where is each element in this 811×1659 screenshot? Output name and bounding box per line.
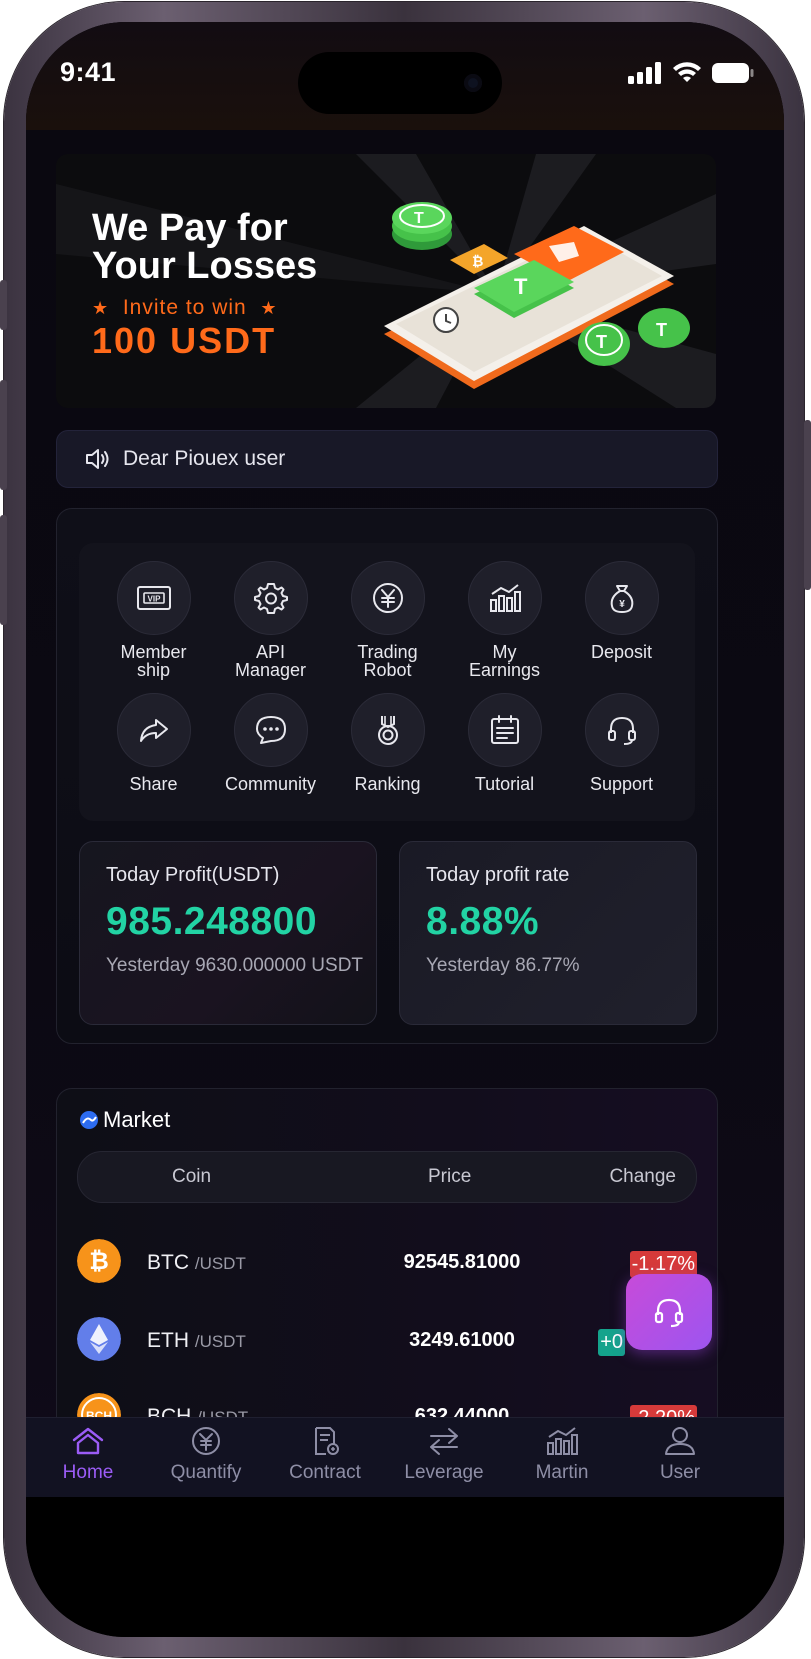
share-button[interactable]: Share — [95, 693, 212, 793]
svg-text:¥: ¥ — [619, 599, 625, 610]
bitcoin-icon: ₿ — [77, 1239, 121, 1283]
nav-martin[interactable]: Martin — [502, 1426, 622, 1484]
signal-icon — [628, 62, 661, 84]
market-table-header: Coin Price Change — [77, 1151, 697, 1203]
yen-coin-icon — [372, 583, 403, 613]
nav-home[interactable]: Home — [28, 1426, 148, 1484]
nav-user[interactable]: User — [620, 1426, 740, 1484]
document-icon — [490, 715, 519, 744]
today-rate-value: 8.88% — [426, 900, 540, 943]
svg-text:₿: ₿ — [89, 1248, 109, 1275]
gear-icon — [253, 583, 288, 614]
tutorial-button[interactable]: Tutorial — [446, 693, 563, 793]
eth-price: 3249.61000 — [409, 1329, 515, 1351]
volume-up-button — [0, 380, 7, 490]
battery-icon — [712, 63, 754, 83]
phone-illustration: T ₿ T T T — [384, 202, 690, 389]
eth-change: +0 — [598, 1329, 625, 1356]
svg-text:₿: ₿ — [472, 253, 483, 269]
deposit-button[interactable]: ¥ Deposit — [563, 561, 680, 661]
banner-amount: 100 USDT — [92, 320, 277, 361]
nav-quantify[interactable]: Quantify — [146, 1426, 266, 1484]
today-profit-label: Today Profit(USDT) — [106, 864, 280, 886]
header-change: Change — [609, 1166, 676, 1187]
dynamic-island — [298, 52, 502, 114]
yesterday-profit: Yesterday 9630.000000 USDT — [106, 955, 364, 976]
market-row-eth[interactable]: ETH /USDT 3249.61000 +0 — [77, 1309, 697, 1369]
trading-robot-button[interactable]: Trading Robot — [329, 561, 446, 679]
header-price: Price — [428, 1166, 472, 1187]
support-button[interactable]: Support — [563, 693, 680, 793]
today-rate-label: Today profit rate — [426, 864, 570, 886]
market-title: Market — [79, 1107, 170, 1133]
power-button — [804, 420, 811, 590]
status-bar: 9:41 — [26, 22, 784, 130]
svg-text:VIP: VIP — [147, 595, 161, 604]
svg-text:T: T — [656, 320, 667, 340]
swap-arrows-icon — [430, 1428, 458, 1455]
banner-headline: We Pay for Your Losses — [92, 207, 318, 287]
btc-price: 92545.81000 — [403, 1251, 521, 1273]
volume-down-button — [0, 515, 7, 625]
today-rate-card: Today profit rate 8.88% Yesterday 86.77% — [399, 841, 697, 1025]
header-coin: Coin — [172, 1166, 212, 1187]
nav-contract[interactable]: Contract — [265, 1426, 385, 1484]
user-icon — [665, 1427, 695, 1455]
svg-text:T: T — [596, 332, 607, 352]
bottom-safe-area — [26, 1497, 784, 1637]
announcement-text: Dear Piouex user — [123, 447, 286, 470]
medal-icon — [377, 716, 398, 745]
announcement-bar[interactable]: Dear Piouex user — [56, 430, 718, 488]
dashboard-card: VIP Member ship API Manager Trading Robo… — [56, 508, 718, 1044]
bar-chart-icon — [489, 584, 521, 612]
market-row-btc[interactable]: ₿ BTC /USDT 92545.81000 -1.17% — [77, 1231, 697, 1291]
banner-invite: ★ Invite to win ★ — [92, 296, 278, 319]
chat-bubble-icon — [255, 716, 286, 744]
vip-card-icon: VIP — [136, 586, 171, 610]
headset-icon — [654, 1298, 684, 1328]
money-bag-icon: ¥ — [610, 585, 633, 614]
mute-switch — [0, 280, 7, 330]
today-profit-card: Today Profit(USDT) 985.248800 Yesterday … — [79, 841, 377, 1025]
contract-document-icon — [315, 1427, 339, 1455]
svg-text:T: T — [514, 274, 528, 299]
share-arrow-icon — [139, 719, 168, 742]
headset-icon — [607, 716, 636, 745]
status-icons — [628, 62, 754, 84]
membership-button[interactable]: VIP Member ship — [95, 561, 212, 679]
community-button[interactable]: Community — [212, 693, 329, 793]
market-logo-icon — [80, 1111, 98, 1129]
speaker-icon — [86, 449, 109, 469]
promo-banner[interactable]: We Pay for Your Losses ★ Invite to win ★… — [56, 154, 716, 408]
floating-support-button[interactable] — [626, 1274, 712, 1350]
bottom-nav: Home Quantify Contract Leverage Martin U… — [26, 1417, 784, 1498]
quick-actions-grid: VIP Member ship API Manager Trading Robo… — [79, 543, 695, 821]
yesterday-rate: Yesterday 86.77% — [426, 955, 580, 976]
wifi-icon — [673, 62, 701, 82]
today-profit-value: 985.248800 — [106, 900, 318, 943]
ethereum-icon — [77, 1317, 121, 1361]
home-icon — [72, 1427, 104, 1455]
my-earnings-button[interactable]: My Earnings — [446, 561, 563, 679]
status-time: 9:41 — [60, 57, 117, 87]
yen-coin-icon — [192, 1427, 220, 1455]
screen: 9:41 We Pay for Your Losses ★ Invite to … — [26, 22, 784, 1637]
ranking-button[interactable]: Ranking — [329, 693, 446, 793]
nav-leverage[interactable]: Leverage — [384, 1426, 504, 1484]
api-manager-button[interactable]: API Manager — [212, 561, 329, 679]
bar-chart-icon — [547, 1427, 578, 1455]
svg-text:T: T — [414, 210, 424, 227]
